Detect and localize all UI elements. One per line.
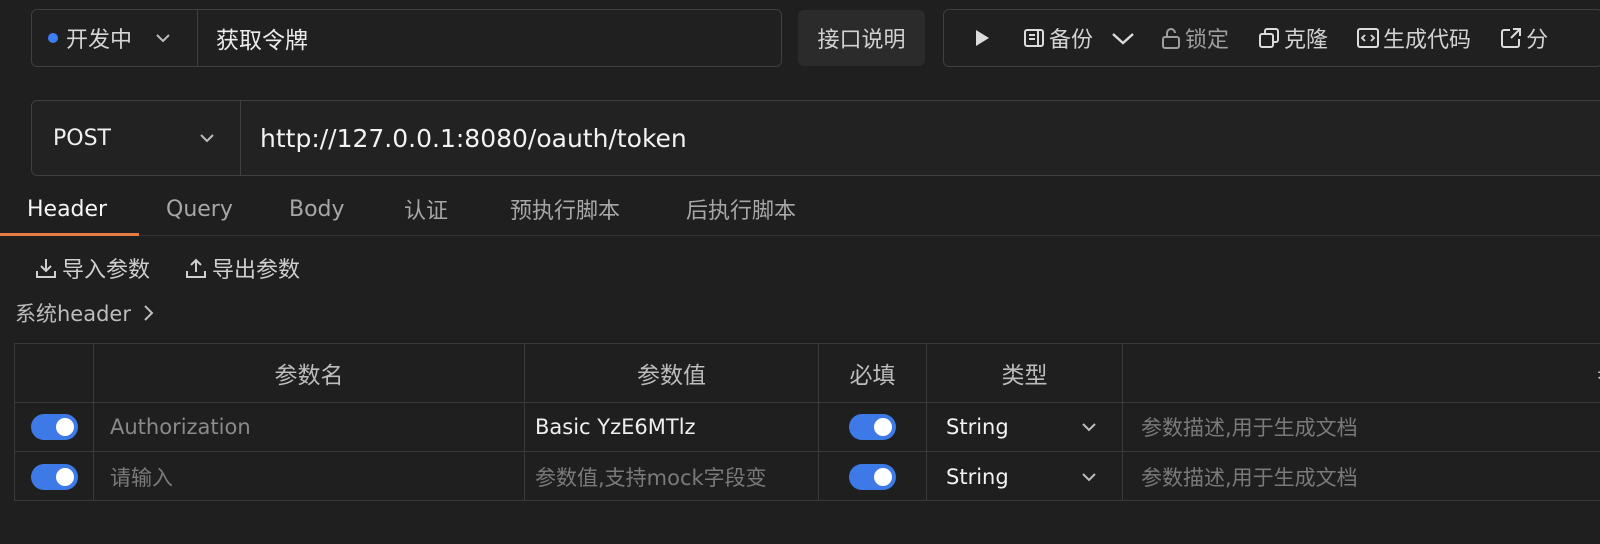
- system-header-toggle[interactable]: 系统header: [15, 298, 157, 328]
- table-header-row: 参数名 参数值 必填 类型 参: [15, 344, 1600, 403]
- param-name-input[interactable]: 请输入: [94, 452, 525, 501]
- param-actions: 导入参数 导出参数: [34, 252, 300, 284]
- column-header-description: 参: [1123, 344, 1600, 402]
- param-value-input[interactable]: 参数值,支持mock字段变: [525, 452, 819, 501]
- generate-code-button[interactable]: 生成代码: [1356, 22, 1471, 54]
- backup-label: 备份: [1049, 28, 1094, 53]
- export-label: 导出参数: [212, 258, 301, 283]
- table-row: 请输入 参数值,支持mock字段变 String 参数描述,用于生成文档: [15, 452, 1600, 501]
- system-header-label: 系统header: [15, 302, 131, 326]
- tab-query[interactable]: Query: [166, 182, 233, 236]
- code-icon: [1356, 26, 1380, 50]
- tab-auth[interactable]: 认证: [404, 182, 448, 236]
- params-table: 参数名 参数值 必填 类型 参 Authorization Basic YzE6…: [14, 343, 1600, 501]
- param-description-input[interactable]: 参数描述,用于生成文档: [1123, 452, 1600, 501]
- chevron-down-icon: [196, 127, 218, 149]
- chevron-down-icon: [1078, 466, 1100, 488]
- import-label: 导入参数: [62, 258, 151, 283]
- share-button[interactable]: 分: [1499, 22, 1548, 54]
- api-name-input[interactable]: 获取令牌: [198, 10, 781, 66]
- api-doc-button[interactable]: 接口说明: [798, 10, 925, 66]
- request-tabs: Header Query Body 认证 预执行脚本 后执行脚本: [0, 182, 1600, 236]
- status-select[interactable]: 开发中: [32, 10, 198, 66]
- column-header-value: 参数值: [525, 344, 819, 402]
- required-cell: [819, 452, 927, 501]
- method-label: POST: [53, 125, 111, 151]
- share-label: 分: [1526, 28, 1549, 53]
- enable-toggle[interactable]: [30, 463, 78, 490]
- import-params-button[interactable]: 导入参数: [34, 252, 150, 284]
- run-button[interactable]: [970, 27, 992, 49]
- tab-header[interactable]: Header: [27, 182, 107, 236]
- tab-pre-script[interactable]: 预执行脚本: [510, 182, 620, 236]
- param-value-input[interactable]: Basic YzE6MTlz: [525, 403, 819, 451]
- column-header-type: 类型: [927, 344, 1123, 402]
- chevron-right-icon: [141, 302, 157, 324]
- active-tab-indicator: [0, 233, 139, 236]
- url-bar: POST http://127.0.0.1:8080/oauth/token: [31, 100, 1600, 176]
- header-enable-cell: [15, 344, 94, 402]
- tab-body[interactable]: Body: [289, 182, 345, 236]
- type-label: String: [946, 464, 1009, 489]
- api-title-group: 开发中 获取令牌: [31, 9, 782, 67]
- enable-cell: [15, 452, 94, 501]
- status-dot-icon: [48, 33, 58, 43]
- toolbar: 备份 锁定 克隆 生成代码 分: [943, 9, 1600, 67]
- unlock-icon: [1160, 26, 1182, 50]
- enable-cell: [15, 403, 94, 451]
- status-label: 开发中: [66, 28, 133, 53]
- chevron-down-icon: [1078, 416, 1100, 438]
- type-label: String: [946, 415, 1009, 439]
- column-header-name: 参数名: [94, 344, 525, 402]
- generate-code-label: 生成代码: [1383, 28, 1472, 53]
- required-toggle[interactable]: [849, 463, 896, 490]
- clone-label: 克隆: [1284, 28, 1329, 53]
- enable-toggle[interactable]: [30, 414, 78, 440]
- play-icon: [970, 27, 992, 49]
- share-icon: [1499, 26, 1523, 50]
- chevron-down-icon: [1110, 27, 1134, 49]
- lock-label: 锁定: [1185, 28, 1230, 53]
- backup-icon: [1022, 26, 1046, 50]
- type-select[interactable]: String: [927, 403, 1123, 451]
- chevron-down-icon: [152, 27, 174, 49]
- lock-button[interactable]: 锁定: [1160, 22, 1229, 54]
- method-select[interactable]: POST: [32, 101, 241, 175]
- upload-icon: [184, 256, 208, 280]
- api-editor: 开发中 获取令牌 接口说明 备份 锁定 克隆 生成代码 分 POST http:…: [0, 0, 1600, 544]
- param-description-input[interactable]: 参数描述,用于生成文档: [1123, 403, 1600, 451]
- download-icon: [34, 256, 58, 280]
- clone-button[interactable]: 克隆: [1257, 22, 1328, 54]
- tab-post-script[interactable]: 后执行脚本: [686, 182, 796, 236]
- param-name-input[interactable]: Authorization: [94, 403, 525, 451]
- type-select[interactable]: String: [927, 452, 1123, 501]
- url-input[interactable]: http://127.0.0.1:8080/oauth/token: [241, 124, 1600, 153]
- copy-icon: [1257, 26, 1281, 50]
- table-row: Authorization Basic YzE6MTlz String 参数描述…: [15, 403, 1600, 452]
- required-toggle[interactable]: [849, 414, 896, 440]
- required-cell: [819, 403, 927, 451]
- export-params-button[interactable]: 导出参数: [184, 252, 300, 284]
- column-header-required: 必填: [819, 344, 927, 402]
- backup-button[interactable]: 备份: [1022, 22, 1134, 54]
